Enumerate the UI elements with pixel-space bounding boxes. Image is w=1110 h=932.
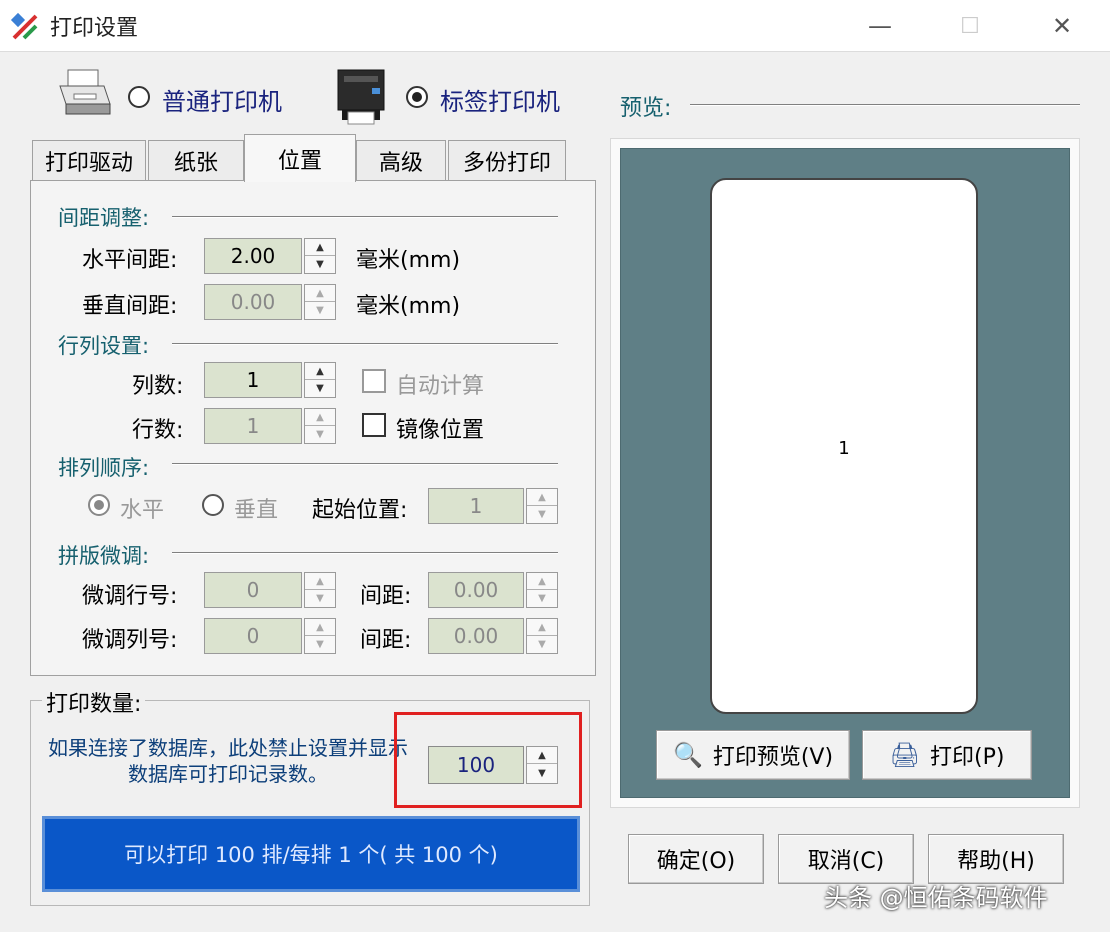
watermark: 头条 @恒佑条码软件 [824, 884, 1048, 912]
start-position-input[interactable]: 1 [428, 488, 524, 524]
printer-icon: 🖨 [889, 741, 921, 769]
finetune-divider [172, 552, 558, 554]
spin-up-icon[interactable]: ▲ [527, 619, 557, 636]
columns-input[interactable]: 1 [204, 362, 302, 398]
order-horizontal-label: 水平 [120, 498, 165, 523]
print-preview-button[interactable]: 🔍 打印预览(V) [656, 730, 850, 780]
rowcol-divider [172, 343, 558, 345]
page-number: 1 [838, 438, 850, 459]
spin-down-icon[interactable]: ▼ [527, 636, 557, 653]
vertical-spacing-input[interactable]: 0.00 [204, 284, 302, 320]
order-vertical-radio[interactable] [202, 494, 224, 516]
preview-divider [690, 104, 1080, 106]
rows-input[interactable]: 1 [204, 408, 302, 444]
finetune-col-input[interactable]: 0 [204, 618, 302, 654]
spin-down-icon[interactable]: ▼ [305, 302, 335, 319]
highlight-box [394, 712, 582, 808]
label-printer-icon [337, 69, 385, 125]
spin-down-icon[interactable]: ▼ [527, 506, 557, 523]
finetune-row-input[interactable]: 0 [204, 572, 302, 608]
tab-paper[interactable]: 纸张 [148, 140, 244, 180]
order-horizontal-radio[interactable] [88, 494, 110, 516]
order-vertical-label: 垂直 [234, 498, 279, 523]
spacing-section-title: 间距调整: [58, 206, 150, 230]
order-divider [172, 463, 558, 465]
title-bar: 打印设置 — ☐ ✕ [0, 0, 1110, 52]
close-button[interactable]: ✕ [1032, 0, 1092, 52]
horizontal-spacing-input[interactable]: 2.00 [204, 238, 302, 274]
normal-printer-label[interactable]: 普通打印机 [162, 82, 282, 117]
tab-advanced[interactable]: 高级 [356, 140, 446, 180]
auto-calc-label: 自动计算 [396, 374, 485, 399]
spin-down-icon[interactable]: ▼ [305, 590, 335, 607]
print-summary-bar: 可以打印 100 排/每排 1 个( 共 100 个) [42, 816, 580, 892]
finetune-row-gap-label: 间距: [360, 584, 412, 609]
spin-up-icon[interactable]: ▲ [305, 239, 335, 256]
spin-up-icon[interactable]: ▲ [305, 619, 335, 636]
label-paper-preview: 1 [710, 178, 978, 714]
mirror-checkbox[interactable] [362, 413, 386, 437]
finetune-row-gap-input[interactable]: 0.00 [428, 572, 524, 608]
rows-label: 行数: [132, 418, 184, 443]
columns-spinner[interactable]: ▲ ▼ [304, 362, 336, 398]
app-icon [10, 12, 38, 40]
spin-down-icon[interactable]: ▼ [527, 590, 557, 607]
help-button[interactable]: 帮助(H) [928, 834, 1064, 884]
window-title: 打印设置 [50, 16, 139, 41]
tab-driver[interactable]: 打印驱动 [32, 140, 146, 180]
cancel-button[interactable]: 取消(C) [778, 834, 914, 884]
spin-down-icon[interactable]: ▼ [305, 636, 335, 653]
vertical-spacing-unit: 毫米(mm) [356, 294, 461, 319]
tab-multi-copy[interactable]: 多份打印 [448, 140, 566, 180]
finetune-col-gap-input[interactable]: 0.00 [428, 618, 524, 654]
spacing-divider [172, 216, 558, 218]
minimize-button[interactable]: — [850, 0, 910, 52]
horizontal-spacing-spinner[interactable]: ▲ ▼ [304, 238, 336, 274]
finetune-row-label: 微调行号: [82, 584, 178, 609]
spin-up-icon[interactable]: ▲ [527, 489, 557, 506]
spin-up-icon[interactable]: ▲ [305, 285, 335, 302]
order-section-title: 排列顺序: [58, 456, 150, 480]
columns-label: 列数: [132, 374, 184, 399]
finetune-col-gap-label: 间距: [360, 628, 412, 653]
horizontal-spacing-label: 水平间距: [82, 248, 178, 273]
normal-printer-radio[interactable] [128, 86, 150, 108]
horizontal-spacing-unit: 毫米(mm) [356, 248, 461, 273]
finetune-col-label: 微调列号: [82, 628, 178, 653]
rows-spinner[interactable]: ▲ ▼ [304, 408, 336, 444]
spin-up-icon[interactable]: ▲ [305, 409, 335, 426]
spin-down-icon[interactable]: ▼ [305, 256, 335, 273]
label-printer-label[interactable]: 标签打印机 [440, 82, 560, 117]
tab-position[interactable]: 位置 [244, 134, 356, 182]
spin-down-icon[interactable]: ▼ [305, 426, 335, 443]
label-printer-radio[interactable] [406, 86, 428, 108]
ok-button[interactable]: 确定(O) [628, 834, 764, 884]
spin-up-icon[interactable]: ▲ [305, 363, 335, 380]
finetune-col-spinner[interactable]: ▲ ▼ [304, 618, 336, 654]
mirror-label: 镜像位置 [396, 418, 485, 443]
finetune-section-title: 拼版微调: [58, 544, 150, 568]
auto-calc-checkbox[interactable] [362, 369, 386, 393]
finetune-row-gap-spinner[interactable]: ▲ ▼ [526, 572, 558, 608]
rowcol-section-title: 行列设置: [58, 334, 150, 358]
magnifier-icon: 🔍 [672, 741, 703, 769]
print-quantity-title: 打印数量: [42, 686, 146, 718]
spin-down-icon[interactable]: ▼ [305, 380, 335, 397]
start-position-spinner[interactable]: ▲ ▼ [526, 488, 558, 524]
print-button[interactable]: 🖨 打印(P) [862, 730, 1032, 780]
start-position-label: 起始位置: [312, 498, 408, 523]
finetune-col-gap-spinner[interactable]: ▲ ▼ [526, 618, 558, 654]
preview-label: 预览: [620, 96, 672, 121]
database-note: 如果连接了数据库，此处禁止设置并显示数据库可打印记录数。 [48, 736, 408, 786]
maximize-button: ☐ [960, 13, 980, 39]
finetune-row-spinner[interactable]: ▲ ▼ [304, 572, 336, 608]
spin-up-icon[interactable]: ▲ [305, 573, 335, 590]
normal-printer-icon [59, 69, 111, 115]
vertical-spacing-label: 垂直间距: [82, 294, 178, 319]
spin-up-icon[interactable]: ▲ [527, 573, 557, 590]
vertical-spacing-spinner[interactable]: ▲ ▼ [304, 284, 336, 320]
